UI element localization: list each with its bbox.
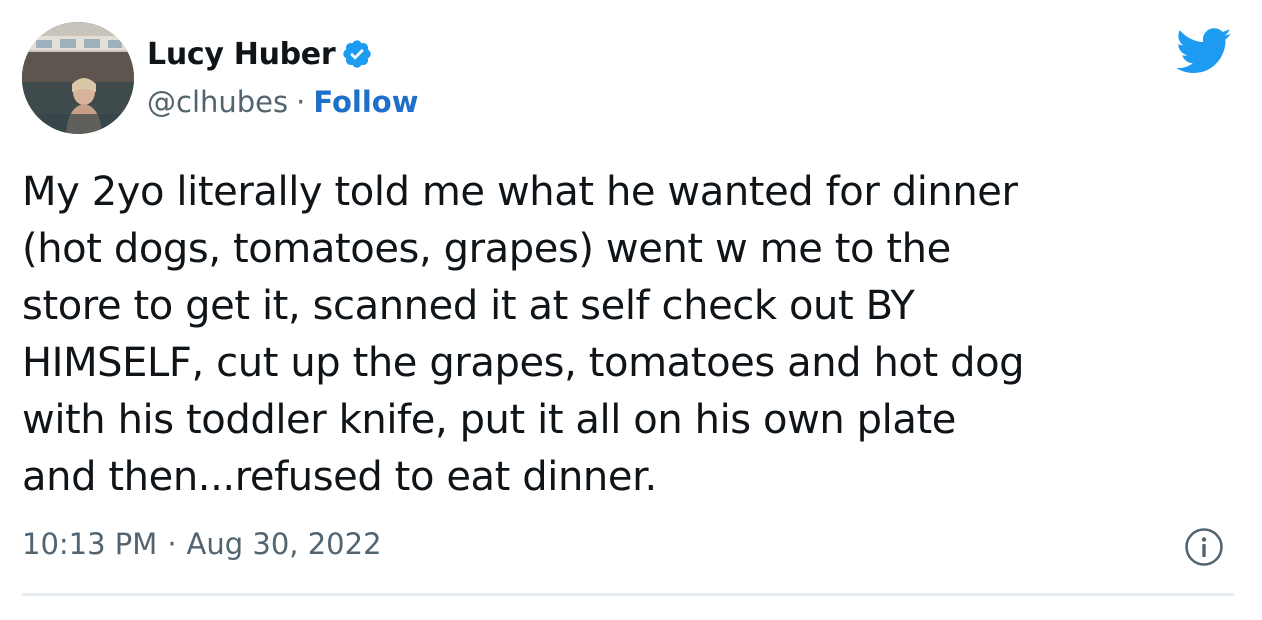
avatar-photo xyxy=(22,22,134,134)
divider xyxy=(22,593,1234,596)
separator: · xyxy=(296,85,306,119)
avatar[interactable] xyxy=(22,22,134,134)
separator: · xyxy=(167,527,177,561)
display-name[interactable]: Lucy Huber xyxy=(147,37,336,72)
tweet-card: Lucy Huber @clhubes · Follow My 2yo lite… xyxy=(0,0,1262,620)
follow-button[interactable]: Follow xyxy=(313,85,418,119)
info-icon[interactable] xyxy=(1184,527,1224,567)
tweet-meta: 10:13 PM · Aug 30, 2022 xyxy=(22,522,382,566)
verified-badge-icon xyxy=(343,40,372,68)
tweet-date[interactable]: Aug 30, 2022 xyxy=(187,527,382,561)
twitter-bird-icon[interactable] xyxy=(1176,28,1232,74)
user-handle[interactable]: @clhubes xyxy=(147,85,288,119)
handle-row: @clhubes · Follow xyxy=(147,82,419,122)
tweet-time[interactable]: 10:13 PM xyxy=(22,527,157,561)
name-row: Lucy Huber xyxy=(147,34,373,74)
tweet-text: My 2yo literally told me what he wanted … xyxy=(22,169,1025,500)
